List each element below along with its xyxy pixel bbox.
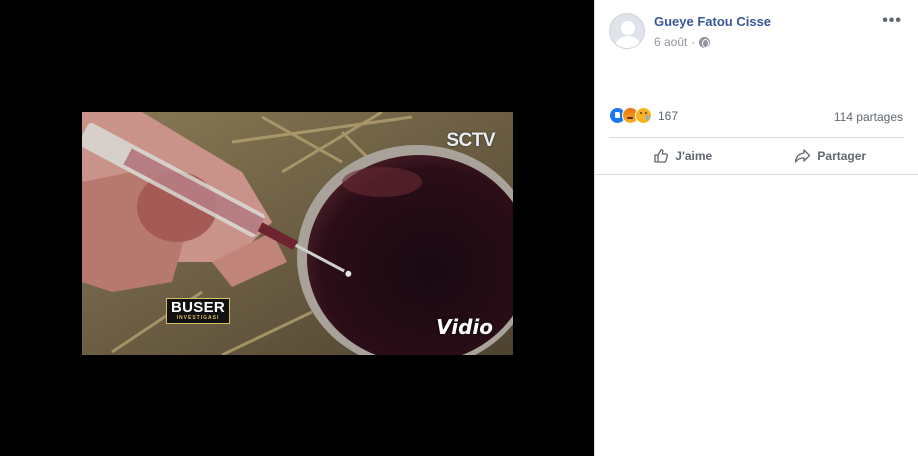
post-date[interactable]: 6 août bbox=[654, 35, 687, 49]
reaction-count[interactable]: 167 bbox=[658, 109, 678, 123]
divider bbox=[595, 174, 918, 175]
share-count[interactable]: 114 partages bbox=[834, 110, 903, 124]
share-button[interactable]: Partager bbox=[757, 138, 905, 174]
photo-viewer: SCTV BUSER INVESTIGASI Vidio bbox=[0, 0, 594, 456]
share-button-label: Partager bbox=[817, 149, 867, 163]
platform-watermark: Vidio bbox=[436, 315, 493, 339]
post-actions: J'aime Partager bbox=[609, 138, 904, 174]
post-image[interactable]: SCTV BUSER INVESTIGASI Vidio bbox=[82, 112, 513, 355]
author-name[interactable]: Gueye Fatou Cisse bbox=[654, 14, 771, 29]
channel-watermark: SCTV bbox=[446, 130, 495, 151]
post-panel: Gueye Fatou Cisse 6 août · ••• 167 114 p… bbox=[594, 0, 918, 456]
more-options-button[interactable]: ••• bbox=[882, 12, 902, 30]
reactions-summary[interactable]: 167 bbox=[609, 107, 678, 124]
like-button[interactable]: J'aime bbox=[609, 138, 757, 174]
post-meta: 6 août · bbox=[654, 35, 711, 49]
program-title: BUSER bbox=[171, 299, 226, 316]
share-arrow-icon bbox=[795, 149, 811, 163]
avatar-body bbox=[615, 36, 641, 48]
sad-reaction-icon bbox=[635, 107, 652, 124]
avatar-head bbox=[621, 21, 635, 35]
thumbs-up-icon bbox=[654, 149, 669, 163]
like-button-label: J'aime bbox=[675, 149, 713, 163]
globe-icon[interactable] bbox=[699, 36, 711, 48]
program-subtitle: INVESTIGASI bbox=[176, 315, 220, 321]
program-watermark: BUSER INVESTIGASI bbox=[166, 298, 231, 324]
meta-separator: · bbox=[691, 35, 696, 49]
avatar[interactable] bbox=[609, 13, 645, 49]
